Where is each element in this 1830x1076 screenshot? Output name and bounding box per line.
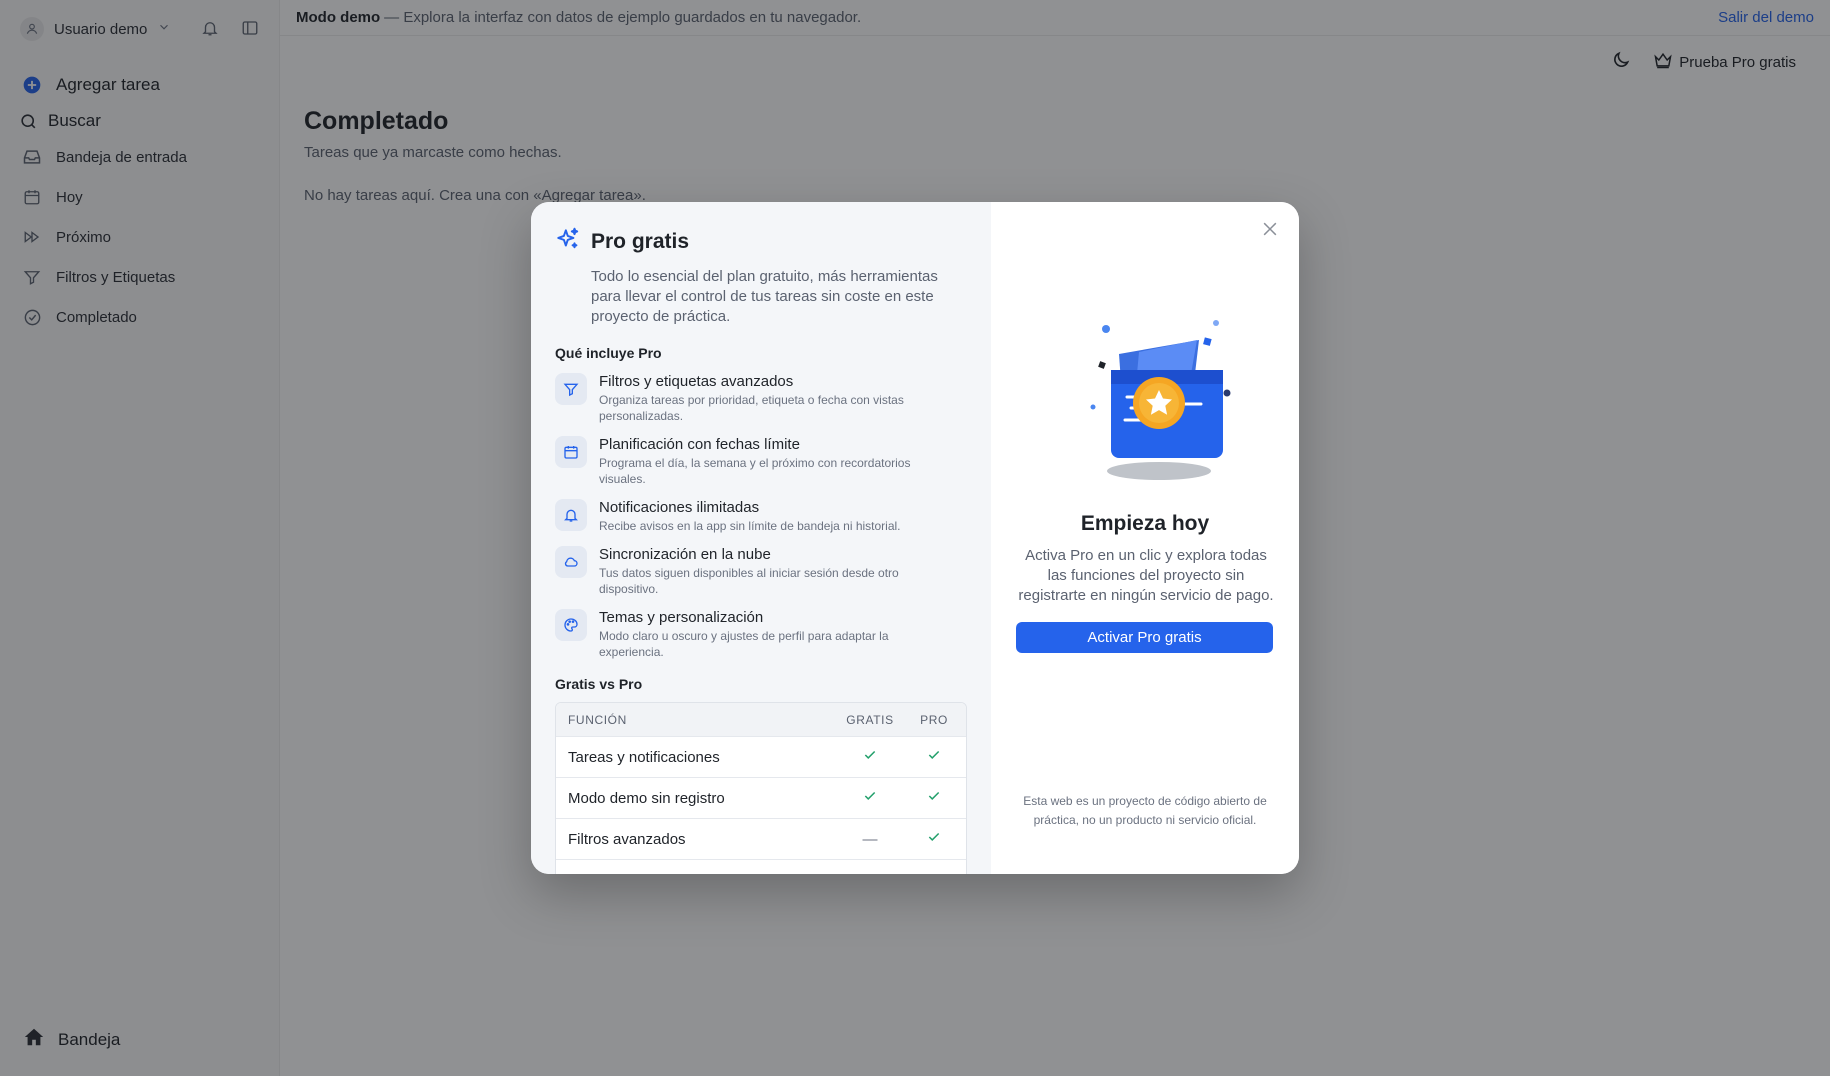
feature-item: Notificaciones ilimitadas Recibe avisos … (555, 499, 967, 534)
check-icon (902, 789, 966, 807)
row-feature: Filtros avanzados (568, 830, 686, 848)
pro-illustration (1090, 320, 1231, 480)
pro-modal-left-panel: Pro gratis Todo lo esencial del plan gra… (531, 202, 991, 874)
compare-heading: Gratis vs Pro (555, 676, 643, 692)
table-row (556, 859, 966, 874)
feature-title: Notificaciones ilimitadas (599, 499, 760, 516)
bell-icon (555, 499, 587, 531)
feature-description: Programa el día, la semana y el próximo … (599, 456, 911, 486)
feature-title: Planificación con fechas límite (599, 436, 800, 453)
check-icon (838, 789, 902, 807)
pro-modal: Pro gratis Todo lo esencial del plan gra… (531, 202, 1299, 874)
pro-modal-title: Pro gratis (591, 229, 690, 253)
feature-title: Filtros y etiquetas avanzados (599, 373, 794, 390)
feature-description: Modo claro u oscuro y ajustes de perfil … (599, 629, 889, 659)
feature-item: Planificación con fechas límite Programa… (555, 436, 967, 487)
feature-title: Sincronización en la nube (599, 546, 771, 563)
not-included-dash: — (862, 830, 878, 848)
feature-description: Recibe avisos en la app sin límite de ba… (599, 519, 901, 533)
row-feature: Tareas y notificaciones (568, 748, 720, 766)
feature-item: Temas y personalización Modo claro u osc… (555, 609, 967, 660)
sparkles-icon (555, 226, 581, 257)
cta-description: Activa Pro en un clic y explora todas la… (1018, 547, 1274, 604)
close-icon[interactable] (1257, 216, 1283, 242)
comparison-header-row: FUNCIÓN GRATIS PRO (556, 703, 966, 736)
table-row: Modo demo sin registro (556, 777, 966, 818)
check-icon (902, 748, 966, 766)
check-icon (902, 830, 966, 848)
features-heading: Qué incluye Pro (555, 345, 662, 361)
pro-modal-description: Todo lo esencial del plan gratuito, más … (591, 268, 938, 325)
table-row: Tareas y notificaciones (556, 736, 966, 777)
comparison-table: FUNCIÓN GRATIS PRO Tareas y notificacion… (555, 702, 967, 874)
cloud-icon (555, 546, 587, 578)
feature-description: Tus datos siguen disponibles al iniciar … (599, 566, 899, 596)
check-icon (838, 748, 902, 766)
col-free-header: GRATIS (846, 712, 894, 727)
feature-description: Organiza tareas por prioridad, etiqueta … (599, 393, 904, 423)
col-pro-header: PRO (920, 712, 948, 727)
filter-icon (555, 373, 587, 405)
palette-icon (555, 609, 587, 641)
table-row: Filtros avanzados — (556, 818, 966, 859)
calendar-icon (555, 436, 587, 468)
activate-pro-button[interactable]: Activar Pro gratis (1016, 622, 1273, 653)
col-feature-header: FUNCIÓN (568, 712, 627, 727)
feature-item: Sincronización en la nube Tus datos sigu… (555, 546, 967, 597)
cta-title: Empieza hoy (1080, 512, 1210, 535)
feature-item: Filtros y etiquetas avanzados Organiza t… (555, 373, 967, 424)
feature-title: Temas y personalización (599, 609, 764, 626)
disclaimer-text: Esta web es un proyecto de código abiert… (1023, 794, 1267, 827)
pro-modal-right-panel: Empieza hoy Activa Pro en un clic y expl… (991, 202, 1299, 874)
row-feature: Modo demo sin registro (568, 789, 725, 807)
